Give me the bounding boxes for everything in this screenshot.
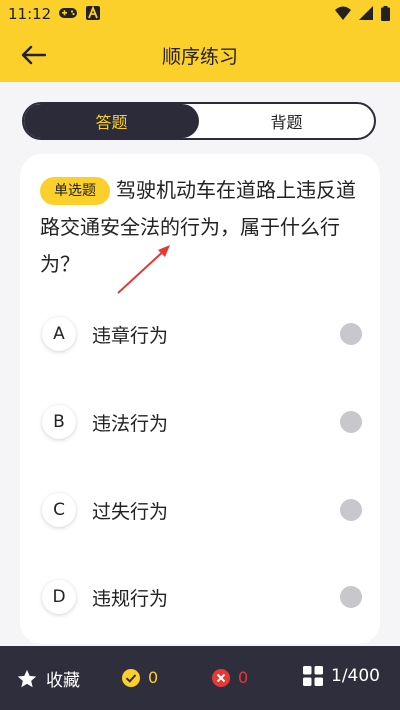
option-radio[interactable]: [340, 323, 362, 345]
status-bar: 11:12: [0, 0, 400, 28]
wrong-counter: 0: [212, 668, 248, 687]
question-type-badge: 单选题: [40, 177, 110, 205]
gamepad-icon: [59, 8, 77, 18]
wrong-count: 0: [238, 668, 249, 687]
battery-icon: [381, 6, 390, 21]
app-a-icon: [86, 6, 100, 20]
app-header: 顺序练习: [0, 28, 400, 82]
question-card: 单选题 驾驶机动车在道路上违反道路交通安全法的行为，属于什么行为？ A 违章行为 …: [20, 154, 380, 644]
option-a[interactable]: A 违章行为: [42, 316, 362, 352]
check-circle-icon: [122, 668, 140, 687]
option-letter: A: [42, 317, 76, 351]
grid-icon: [303, 666, 323, 686]
option-text: 违章行为: [92, 324, 169, 347]
option-text: 违法行为: [92, 412, 169, 435]
question-text-block: 单选题 驾驶机动车在道路上违反道路交通安全法的行为，属于什么行为？: [40, 172, 370, 283]
mode-tabs: 答题 背题: [22, 102, 376, 140]
favorite-button[interactable]: 收藏: [16, 666, 80, 691]
status-time: 11:12: [8, 5, 52, 23]
option-letter: B: [42, 405, 76, 439]
correct-counter: 0: [122, 668, 158, 687]
option-text: 违规行为: [92, 587, 169, 610]
option-letter: D: [42, 580, 76, 614]
page-title: 顺序练习: [161, 46, 238, 68]
tab-answer[interactable]: 答题: [24, 104, 199, 138]
tab-memorize[interactable]: 背题: [199, 104, 374, 138]
option-radio[interactable]: [340, 586, 362, 608]
x-circle-icon: [212, 668, 230, 687]
favorite-label: 收藏: [46, 671, 80, 691]
progress-label: 1/400: [331, 666, 380, 686]
star-icon: [17, 669, 37, 687]
option-letter: C: [42, 493, 76, 527]
progress-button[interactable]: 1/400: [303, 666, 380, 686]
option-radio[interactable]: [340, 499, 362, 521]
option-radio[interactable]: [340, 411, 362, 433]
option-d[interactable]: D 违规行为: [42, 579, 362, 615]
option-text: 过失行为: [92, 500, 169, 523]
correct-count: 0: [148, 668, 159, 687]
signal-icon: [359, 6, 373, 20]
wifi-icon: [335, 6, 351, 20]
option-b[interactable]: B 违法行为: [42, 404, 362, 440]
red-arrow-annotation-icon: [117, 245, 170, 294]
option-c[interactable]: C 过失行为: [42, 492, 362, 528]
bottom-bar: 收藏 0 0 1/400: [0, 646, 400, 710]
